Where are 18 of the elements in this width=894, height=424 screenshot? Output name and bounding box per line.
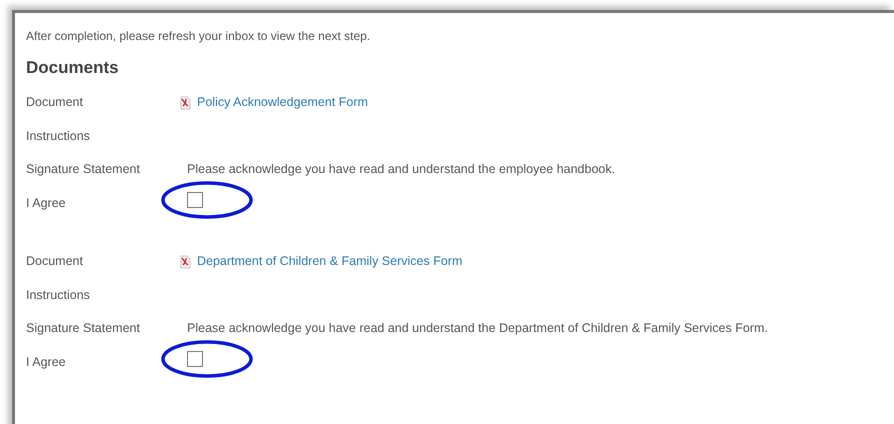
agree-checkbox[interactable] [187, 192, 203, 208]
section-heading: Documents [26, 58, 120, 78]
field-label: Signature Statement [26, 320, 141, 338]
field-label: Document [26, 253, 84, 270]
instruction-text: After completion, please refresh your inbox to view the next step. [26, 29, 372, 43]
signature-statement: Please acknowledge you have read and understand the Department of Children & Family Services Form. [187, 320, 768, 338]
document-link[interactable]: Department of Children & Family Services Form [179, 252, 462, 272]
field-label: I Agree [26, 194, 67, 212]
field-label: Instructions [26, 128, 91, 145]
pdf-file-icon [179, 254, 192, 269]
agree-checkbox[interactable] [187, 351, 203, 368]
field-label: Instructions [26, 286, 91, 304]
pdf-file-icon [179, 96, 192, 110]
field-label: Document [26, 94, 84, 112]
signature-statement: Please acknowledge you have read and understand the employee handbook. [187, 161, 616, 178]
field-label: I Agree [26, 354, 67, 371]
document-link[interactable]: Policy Acknowledgement Form [179, 93, 368, 112]
field-label: Signature Statement [26, 161, 141, 178]
